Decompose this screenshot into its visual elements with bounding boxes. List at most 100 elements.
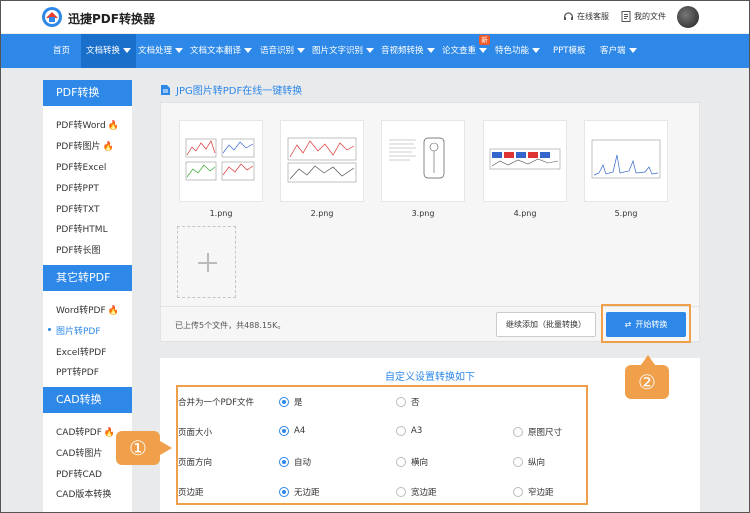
nav-client[interactable]: 客户端 [600,34,637,68]
radio-unchecked [396,426,406,436]
document-icon [161,84,170,95]
headset-icon [563,12,574,20]
radio-size-a3[interactable]: A3 [396,426,422,436]
image-preview [285,135,359,185]
step-badge-2: ② [625,355,669,399]
sidebar-item-image-to-pdf[interactable]: 图片转PDF [48,324,101,337]
sidebar-item-pdf-to-word[interactable]: PDF转Word 🔥 [56,118,119,131]
nav-ppt-templates-label: PPT模板 [553,46,586,56]
file-name: 3.png [411,209,435,218]
image-preview [488,135,562,185]
chevron-down-icon [532,48,541,53]
radio-label: 原图尺寸 [528,428,563,438]
app-logo-icon[interactable] [41,6,63,28]
top-bar: 迅捷PDF转换器 在线客服 我的文件 [0,0,750,34]
radio-checked [279,457,289,467]
sidebar-item-pdf-to-ppt[interactable]: PDF转PPT [56,181,99,194]
radio-checked [279,426,289,436]
file-thumbnail[interactable] [179,120,263,202]
sidebar-item-pdf-to-image[interactable]: PDF转图片 🔥 [56,139,114,152]
radio-margin-narrow[interactable]: 窄边距 [513,486,554,498]
nav-ocr-label: 图片文字识别 [312,46,364,56]
radio-unchecked [396,487,406,497]
radio-margin-wide[interactable]: 宽边距 [396,486,437,498]
nav-doc-convert[interactable]: 文档转换 [81,34,137,68]
nav-features[interactable]: 特色功能 [495,34,541,68]
nav-ppt-templates[interactable]: PPT模板 [553,34,585,68]
nav-speech-label: 语音识别 [260,46,295,56]
nav-av-convert[interactable]: 音视频转换 [381,34,435,68]
file-thumbnail[interactable] [381,120,465,202]
sidebar-item-pdf-to-excel[interactable]: PDF转Excel [56,160,106,173]
sidebar-item-label: PDF转Word [56,121,106,131]
radio-margin-none[interactable]: 无边距 [279,486,320,498]
radio-unchecked [396,397,406,407]
nav-doc-convert-label: 文档转换 [86,46,121,56]
document-icon [621,11,631,22]
chevron-down-icon [175,48,184,53]
plus-icon [206,253,209,272]
chevron-down-icon [479,48,488,53]
sidebar-item-ppt-to-pdf[interactable]: PPT转PDF [56,365,99,378]
sidebar-group-pdf-convert[interactable]: PDF转换 [43,80,132,106]
sidebar-item-excel-to-pdf[interactable]: Excel转PDF [56,345,106,358]
customer-service-label: 在线客服 [577,12,609,21]
sidebar-item-cad-version[interactable]: CAD版本转换 [56,487,111,500]
app-name[interactable]: 迅捷PDF转换器 [68,10,155,27]
fire-icon: 🔥 [107,121,119,131]
nav-speech[interactable]: 语音识别 [260,34,306,68]
customer-service-link[interactable]: 在线客服 [563,11,609,22]
file-thumbnail[interactable] [584,120,668,202]
highlight-frame [601,304,691,343]
file-name: 1.png [209,209,233,218]
sidebar-item-pdf-to-cad[interactable]: PDF转CAD [56,467,102,480]
avatar[interactable] [677,6,699,28]
radio-orient-auto[interactable]: 自动 [279,456,311,468]
radio-orient-landscape[interactable]: 横向 [396,456,428,468]
upload-status: 已上传5个文件，共488.15K。 [175,321,286,330]
file-thumbnail[interactable] [483,120,567,202]
chevron-down-icon [244,48,253,53]
radio-merge-no[interactable]: 否 [396,396,420,408]
sidebar-item-pdf-to-txt[interactable]: PDF转TXT [56,202,100,215]
radio-size-a4[interactable]: A4 [279,426,305,436]
sidebar-group-to-pdf[interactable]: 其它转PDF [43,265,132,291]
image-preview [184,135,258,185]
radio-checked [279,487,289,497]
nav-client-label: 客户端 [600,46,626,56]
nav-ocr[interactable]: 图片文字识别 [312,34,375,68]
sidebar-group-cad[interactable]: CAD转换 [43,387,132,413]
radio-label: 是 [294,398,303,408]
page-title-text: JPG图片转PDF在线一键转换 [176,86,303,97]
radio-size-original[interactable]: 原图尺寸 [513,426,562,438]
radio-unchecked [513,427,523,437]
nav-translate[interactable]: 文档文本翻译 [190,34,253,68]
setting-label-margin: 页边距 [178,488,204,498]
sidebar-item-pdf-to-html[interactable]: PDF转HTML [56,222,108,235]
image-preview [589,135,663,185]
my-files-link[interactable]: 我的文件 [621,11,666,22]
continue-add-button[interactable]: 继续添加（批量转换） [496,312,596,337]
radio-merge-yes[interactable]: 是 [279,396,303,408]
sidebar-item-label: PDF转图片 [56,142,101,152]
sidebar-item-cad-to-pdf[interactable]: CAD转PDF 🔥 [56,425,115,438]
file-name: 2.png [310,209,334,218]
file-thumbnail[interactable] [280,120,364,202]
file-name: 5.png [614,209,638,218]
sidebar-item-cad-to-image[interactable]: CAD转图片 [56,446,102,459]
fire-icon: 🔥 [107,306,119,316]
radio-label: 窄边距 [528,488,554,498]
radio-checked [279,397,289,407]
setting-label-page-size: 页面大小 [178,428,213,438]
add-file-button[interactable] [177,226,236,298]
nav-doc-process[interactable]: 文档处理 [138,34,184,68]
nav-translate-label: 文档文本翻译 [190,46,242,56]
step-badge-1: ① [116,431,172,465]
nav-home[interactable]: 首页 [53,34,70,68]
sidebar-item-word-to-pdf[interactable]: Word转PDF 🔥 [56,303,119,316]
sidebar-item-pdf-to-long-image[interactable]: PDF转长图 [56,243,101,256]
chevron-down-icon [297,48,306,53]
radio-unchecked [513,457,523,467]
setting-label-merge: 合并为一个PDF文件 [178,398,255,408]
radio-orient-portrait[interactable]: 纵向 [513,456,545,468]
